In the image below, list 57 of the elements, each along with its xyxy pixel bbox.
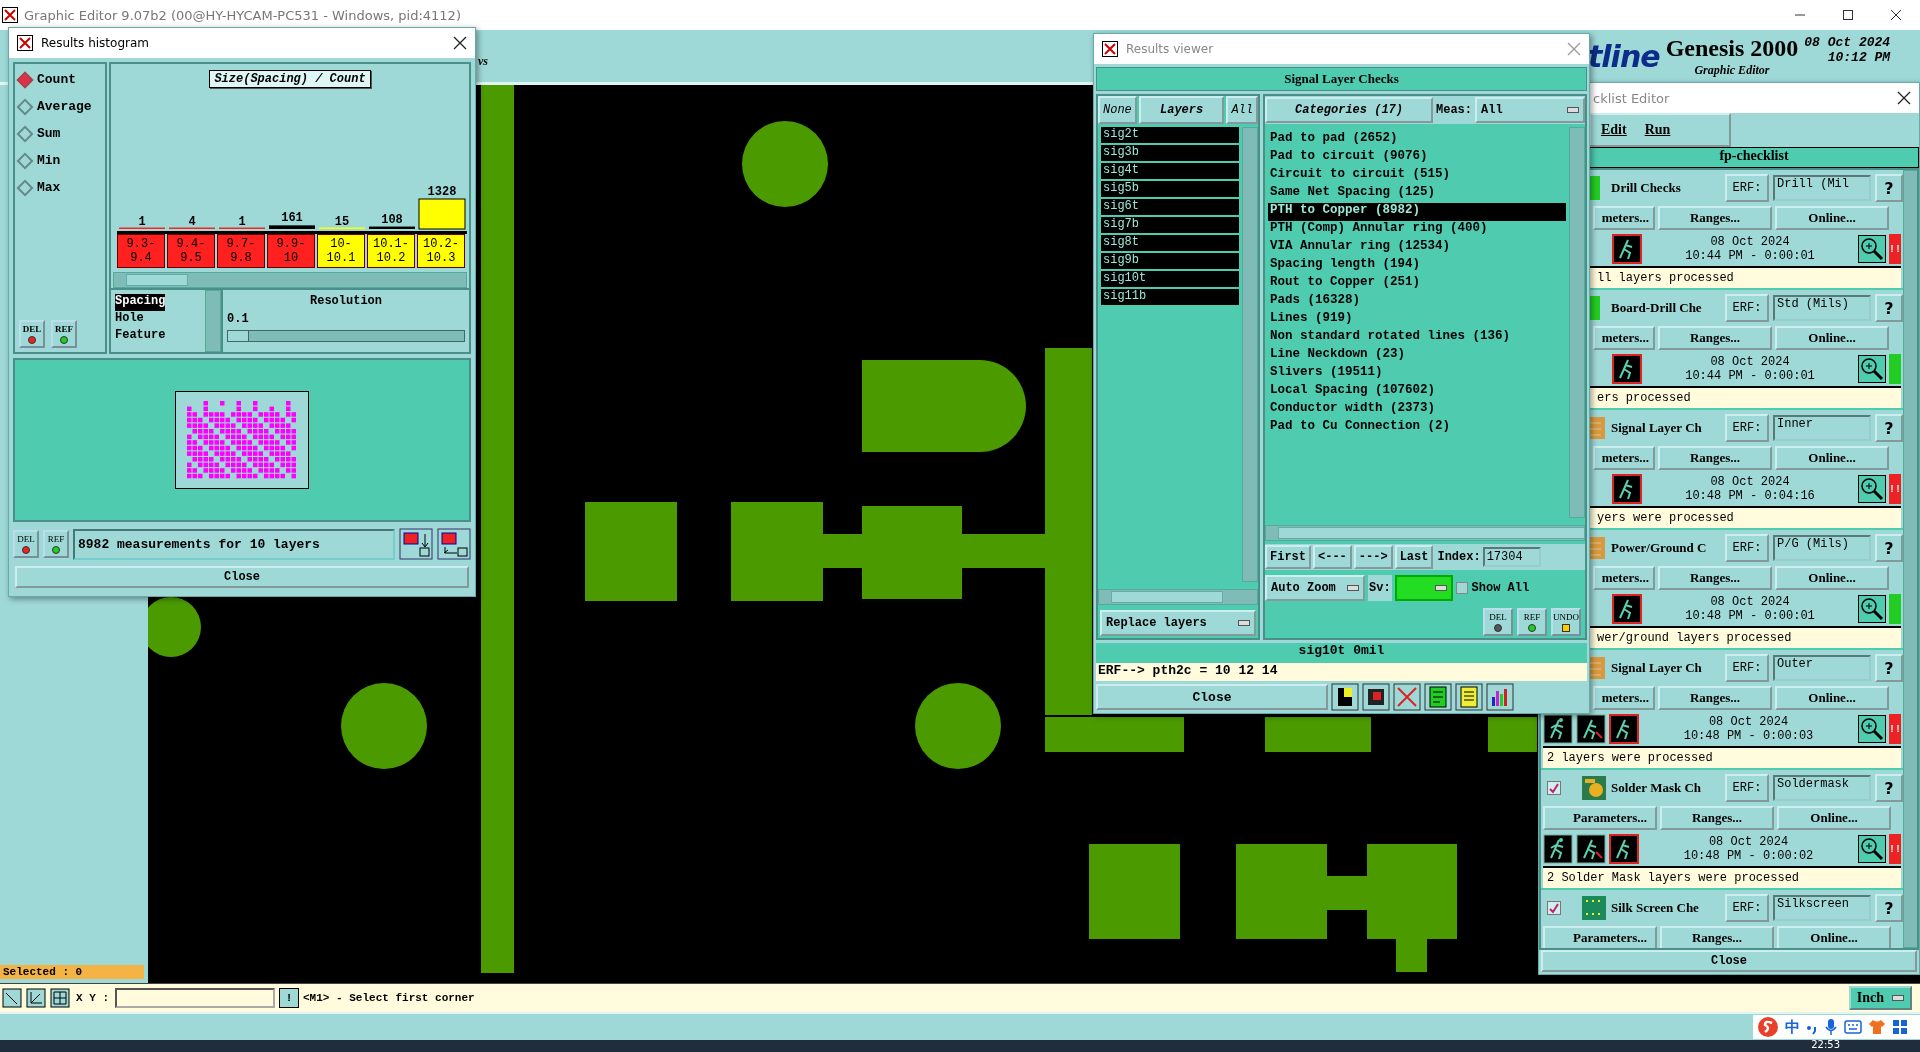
run-time: 10:44 PM - 0:00:01 <box>1685 369 1815 383</box>
selection-count: Selected : 0 <box>0 965 144 979</box>
check-name: Signal Layer Ch <box>1611 660 1703 676</box>
bar-value-label: 1 <box>138 215 146 229</box>
run-date: 08 Oct 2024 <box>1710 595 1790 609</box>
fail-flag: !! <box>1889 834 1901 864</box>
window-title: Results histogram <box>41 36 149 50</box>
bar-value-label: 1328 <box>427 185 457 199</box>
checklist-name: fp-checklist <box>1589 147 1919 168</box>
banner-time: 10:12 PM <box>1827 50 1891 65</box>
window-title: cklist Editor <box>1593 90 1670 106</box>
toolbar-label: vs <box>478 54 488 69</box>
run-date: 08 Oct 2024 <box>1708 715 1789 729</box>
check-status-text: 2 layers were processed <box>1543 746 1901 768</box>
run-time: 10:48 PM - 0:00:01 <box>1685 609 1815 623</box>
fail-flag: !! <box>1889 714 1901 744</box>
bar-value-label: 4 <box>188 214 196 229</box>
bar-value-label: 108 <box>381 212 403 227</box>
run-date: 08 Oct 2024 <box>1708 835 1789 849</box>
resolution-label: Resolution <box>309 294 383 308</box>
run-time: 10:48 PM - 0:00:03 <box>1683 729 1814 743</box>
erf-result-text: ERF--> pth2c = 10 12 14 <box>1096 663 1587 681</box>
fail-flag: !! <box>1889 474 1901 504</box>
fail-flag: !! <box>1889 234 1901 264</box>
check-name: Power/Ground C <box>1611 540 1708 556</box>
check-name: Signal Layer Ch <box>1611 420 1703 436</box>
bar-value-label: 1 <box>238 215 246 229</box>
window-title: Graphic Editor 9.07b2 (00@HY-HYCAM-PC531 - Windows, pid:4112) <box>24 7 461 23</box>
banner-date: 08 Oct 2024 <box>1804 35 1891 50</box>
bar-value-label: 15 <box>334 214 350 229</box>
run-date: 08 Oct 2024 <box>1710 475 1790 489</box>
summary-text: 8982 measurements for 10 layers <box>73 528 395 560</box>
run-date: 08 Oct 2024 <box>1710 355 1790 369</box>
run-time: 10:44 PM - 0:00:01 <box>1685 249 1815 263</box>
product-name: Genesis 2000 <box>1665 34 1799 63</box>
run-time: 10:48 PM - 0:00:02 <box>1683 849 1814 863</box>
xy-label: X Y : <box>76 992 109 1004</box>
layer-info-text: sig10t 0mil <box>1096 643 1587 663</box>
taskbar-clock: 22:53 <box>1811 1040 1840 1052</box>
check-name: Drill Checks <box>1611 180 1682 196</box>
product-subtitle: Graphic Editor <box>1694 63 1770 77</box>
check-name: Board-Drill Che <box>1611 300 1703 316</box>
run-time: 10:48 PM - 0:04:16 <box>1685 489 1815 503</box>
chart-title: Size(Spacing) / Count <box>209 70 371 88</box>
check-name: Solder Mask Ch <box>1611 780 1703 796</box>
index-label: Index: <box>1437 550 1481 564</box>
run-date: 08 Oct 2024 <box>1710 235 1790 249</box>
severity-label: Sv: <box>1368 575 1392 601</box>
check-group-header: Signal Layer Checks <box>1096 67 1587 91</box>
meas-label: Meas: <box>1436 103 1472 117</box>
prompt-text: <M1> - Select first corner <box>303 992 476 1004</box>
window-title: Results viewer <box>1126 42 1214 56</box>
check-name: Silk Screen Che <box>1611 900 1700 916</box>
brand-logo-text: tline <box>1588 39 1660 74</box>
resolution-value: 0.1 <box>227 312 250 326</box>
bar-value-label: 161 <box>281 211 303 226</box>
check-status-text: 2 Solder Mask layers were processed <box>1543 866 1901 888</box>
